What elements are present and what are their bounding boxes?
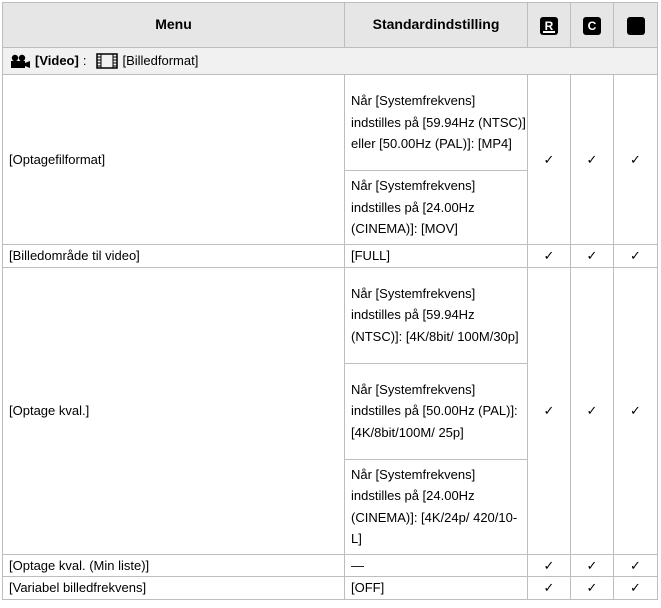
film-icon (96, 53, 119, 69)
check-mark: ✓ (570, 244, 614, 268)
table-row: [Billedområde til video] [FULL] ✓ ✓ ✓ (2, 244, 658, 268)
default-cell: [FULL] (344, 244, 528, 268)
table-row: [Optage kval. (Min liste)] — ✓ ✓ ✓ (2, 553, 658, 577)
default-cell: Når [Systemfrekvens] indstilles på [24.0… (344, 458, 528, 555)
section-row: [Video]: [Billedformat] (2, 47, 658, 75)
check-mark: ✓ (527, 266, 571, 555)
default-cell: Når [Systemfrekvens] indstilles på [24.0… (344, 170, 528, 245)
default-header: Standardindstilling (344, 2, 528, 48)
check-mark: ✓ (527, 576, 571, 600)
check-mark: ✓ (613, 266, 658, 555)
check-mark: ✓ (613, 576, 658, 600)
save-settings-icon (626, 16, 645, 35)
menu-cell: [Billedområde til video] (2, 244, 345, 268)
table-row: [Optagefilformat] Når [Systemfrekvens] i… (2, 74, 658, 245)
check-mark: ✓ (570, 74, 614, 245)
check-mark: ✓ (527, 244, 571, 268)
check-mark: ✓ (613, 74, 658, 245)
menu-cell: [Optagefilformat] (2, 74, 345, 245)
section-cell: [Video]: [Billedformat] (2, 47, 658, 75)
menu-cell: [Optage kval.] (2, 266, 345, 555)
default-cell: — (344, 553, 528, 577)
check-mark: ✓ (527, 553, 571, 577)
table-row: [Optage kval.] Når [Systemfrekvens] inds… (2, 266, 658, 555)
check-mark: ✓ (613, 244, 658, 268)
check-mark: ✓ (613, 553, 658, 577)
default-cell: [OFF] (344, 576, 528, 600)
default-cell: Når [Systemfrekvens] indstilles på [50.0… (344, 362, 528, 460)
check-mark: ✓ (527, 74, 571, 245)
header-row: Menu Standardindstilling R C (2, 2, 658, 48)
settings-table: Menu Standardindstilling R C [Video]: [B… (2, 2, 658, 600)
copy-col-header: C (570, 2, 614, 48)
section-video-label: [Video] (35, 53, 79, 69)
save-col-header (613, 2, 658, 48)
default-cell: Når [Systemfrekvens] indstilles på [59.9… (344, 266, 528, 364)
video-camera-icon (11, 54, 30, 68)
section-separator: : (82, 53, 87, 69)
menu-header: Menu (2, 2, 345, 48)
section-format-label: [Billedformat] (122, 53, 199, 69)
table-row: [Variabel billedfrekvens] [OFF] ✓ ✓ ✓ (2, 576, 658, 600)
menu-cell: [Optage kval. (Min liste)] (2, 553, 345, 577)
reset-col-header: R (527, 2, 571, 48)
default-cell: Når [Systemfrekvens] indstilles på [59.9… (344, 74, 528, 171)
menu-cell: [Variabel billedfrekvens] (2, 576, 345, 600)
custom-copy-icon: C (583, 16, 601, 35)
check-mark: ✓ (570, 576, 614, 600)
check-mark: ✓ (570, 553, 614, 577)
check-mark: ✓ (570, 266, 614, 555)
reset-icon: R (540, 16, 558, 35)
